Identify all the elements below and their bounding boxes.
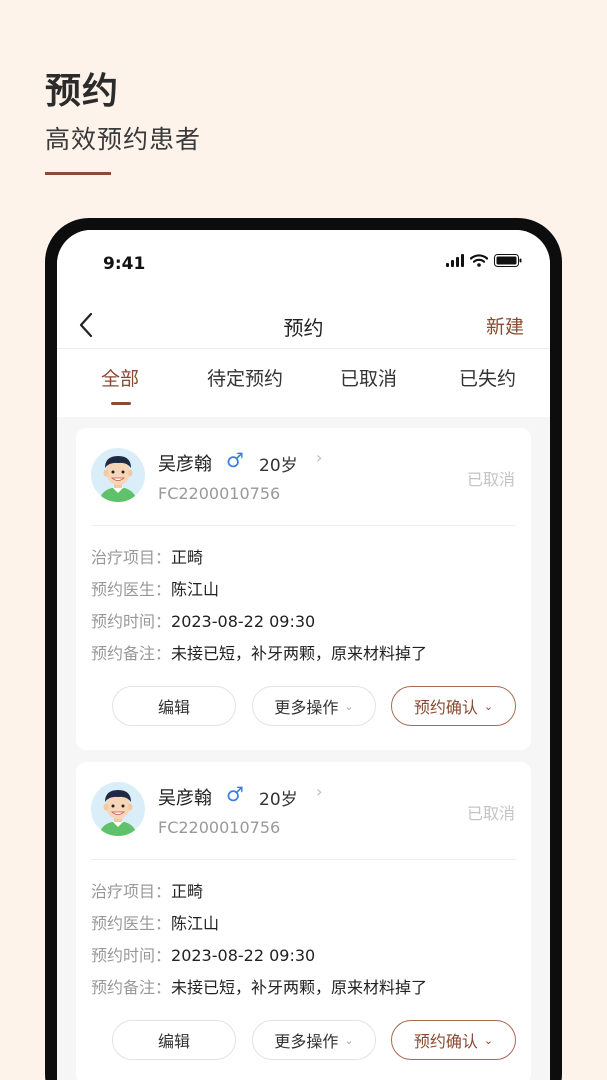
edit-button[interactable]: 编辑	[112, 1020, 236, 1060]
wifi-icon	[470, 254, 488, 267]
chevron-down-icon: ⌄	[344, 699, 354, 713]
treatment-value: 正畸	[171, 882, 204, 901]
new-appointment-button[interactable]: 新建	[486, 312, 524, 339]
status-badge: 已取消	[466, 470, 515, 489]
treatment-row: 治疗项目：正畸	[91, 544, 203, 568]
chevron-right-icon[interactable]: ›	[316, 782, 322, 801]
more-actions-label: 更多操作	[274, 1032, 339, 1051]
patient-name: 吴彦翰	[158, 454, 212, 475]
card-divider	[91, 525, 516, 526]
doctor-label: 预约医生：	[91, 580, 172, 599]
avatar	[91, 448, 145, 502]
confirm-appointment-button[interactable]: 预约确认 ⌄	[391, 686, 516, 726]
time-value: 2023-08-22 09:30	[171, 612, 316, 631]
chevron-down-icon: ⌄	[483, 699, 494, 713]
tab-all[interactable]: 全部	[101, 364, 139, 391]
treatment-label: 治疗项目：	[91, 882, 172, 901]
edit-button-label: 编辑	[157, 1032, 190, 1051]
note-label: 预约备注：	[91, 978, 172, 997]
time-row: 预约时间：2023-08-22 09:30	[91, 608, 315, 632]
tab-pending[interactable]: 待定预约	[207, 364, 283, 391]
doctor-row: 预约医生：陈江山	[91, 910, 219, 934]
note-value: 未接已短，补牙两颗，原来材料掉了	[171, 978, 428, 997]
more-actions-label: 更多操作	[274, 698, 339, 717]
promo-underline	[45, 172, 111, 175]
nav-bar: 预约 新建	[57, 302, 550, 348]
note-label: 预约备注：	[91, 644, 172, 663]
chevron-down-icon: ⌄	[483, 1033, 494, 1047]
status-icons	[446, 254, 522, 267]
card-divider	[91, 859, 516, 860]
page-title: 预约	[283, 316, 324, 340]
edit-button[interactable]: 编辑	[112, 686, 236, 726]
confirm-appointment-button[interactable]: 预约确认 ⌄	[391, 1020, 516, 1060]
phone-screen: 9:41 预约 新建 全部 待定预约 已取消 已失约 吴彦翰 ♂ 20岁 › F…	[57, 230, 550, 1080]
patient-age: 20岁	[259, 790, 298, 810]
note-row: 预约备注：未接已短，补牙两颗，原来材料掉了	[91, 974, 427, 998]
note-value: 未接已短，补牙两颗，原来材料掉了	[171, 644, 428, 663]
more-actions-button[interactable]: 更多操作 ⌄	[252, 1020, 376, 1060]
phone-frame: 9:41 预约 新建 全部 待定预约 已取消 已失约 吴彦翰 ♂ 20岁 › F…	[45, 218, 562, 1080]
edit-button-label: 编辑	[157, 698, 190, 717]
tab-bar: 全部 待定预约 已取消 已失约	[57, 352, 550, 417]
patient-name: 吴彦翰	[158, 788, 212, 809]
treatment-label: 治疗项目：	[91, 548, 172, 567]
tab-missed[interactable]: 已失约	[459, 364, 516, 391]
tab-active-indicator	[111, 402, 131, 405]
battery-icon	[494, 254, 522, 267]
male-icon: ♂	[226, 448, 244, 472]
avatar	[91, 782, 145, 836]
time-row: 预约时间：2023-08-22 09:30	[91, 942, 315, 966]
promo-subtitle: 高效预约患者	[45, 125, 202, 154]
treatment-value: 正畸	[171, 548, 204, 567]
status-time: 9:41	[103, 254, 146, 274]
chevron-right-icon[interactable]: ›	[316, 448, 322, 467]
male-icon: ♂	[226, 782, 244, 806]
signal-icon	[446, 254, 464, 267]
appointment-card[interactable]: 吴彦翰 ♂ 20岁 › FC2200010756 已取消 治疗项目：正畸 预约医…	[76, 762, 531, 1080]
nav-divider	[57, 348, 550, 349]
more-actions-button[interactable]: 更多操作 ⌄	[252, 686, 376, 726]
doctor-value: 陈江山	[171, 914, 220, 933]
doctor-label: 预约医生：	[91, 914, 172, 933]
confirm-appointment-label: 预约确认	[413, 698, 478, 717]
status-badge: 已取消	[466, 804, 515, 823]
patient-id: FC2200010756	[158, 818, 281, 837]
time-label: 预约时间：	[91, 612, 172, 631]
doctor-value: 陈江山	[171, 580, 220, 599]
treatment-row: 治疗项目：正畸	[91, 878, 203, 902]
top-bar: 9:41 预约 新建 全部 待定预约 已取消 已失约	[57, 230, 550, 417]
appointment-card[interactable]: 吴彦翰 ♂ 20岁 › FC2200010756 已取消 治疗项目：正畸 预约医…	[76, 428, 531, 750]
confirm-appointment-label: 预约确认	[413, 1032, 478, 1051]
doctor-row: 预约医生：陈江山	[91, 576, 219, 600]
note-row: 预约备注：未接已短，补牙两颗，原来材料掉了	[91, 640, 427, 664]
time-label: 预约时间：	[91, 946, 172, 965]
time-value: 2023-08-22 09:30	[171, 946, 316, 965]
promo-title: 预约	[45, 71, 120, 112]
chevron-down-icon: ⌄	[344, 1033, 354, 1047]
patient-age: 20岁	[259, 456, 298, 476]
tab-cancelled[interactable]: 已取消	[340, 364, 397, 391]
patient-id: FC2200010756	[158, 484, 281, 503]
